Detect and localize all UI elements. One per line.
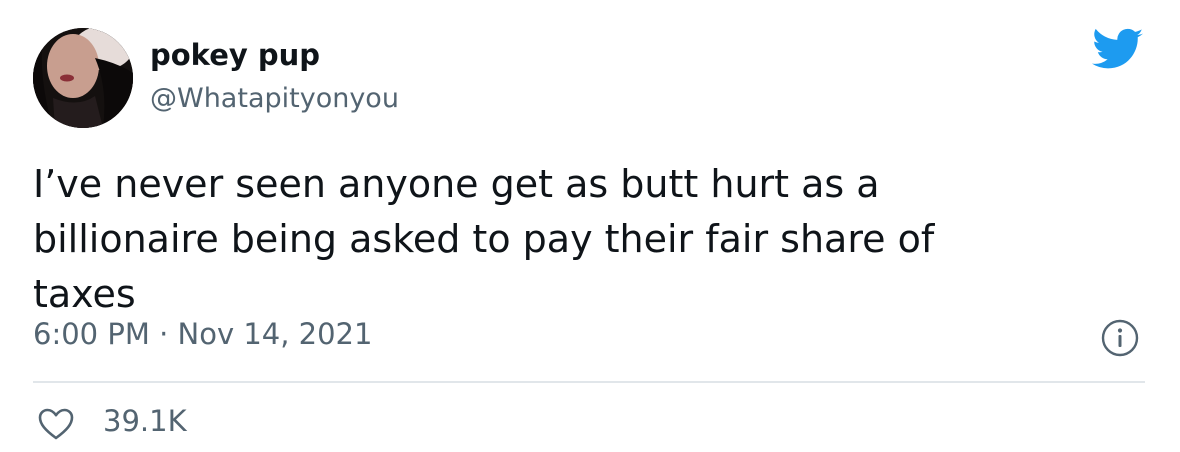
tweet-timestamp[interactable]: 6:00 PM · Nov 14, 2021 bbox=[33, 317, 372, 351]
divider bbox=[33, 381, 1145, 383]
tweet-text: I’ve never seen anyone get as butt hurt … bbox=[33, 162, 935, 316]
info-icon[interactable] bbox=[1100, 318, 1140, 358]
author-name[interactable]: pokey pup bbox=[150, 38, 320, 72]
tweet-card: pokey pup @Whatapityonyou I’ve never see… bbox=[0, 0, 1180, 452]
avatar[interactable] bbox=[33, 28, 133, 128]
author-handle[interactable]: @Whatapityonyou bbox=[150, 83, 399, 114]
heart-icon[interactable] bbox=[37, 407, 75, 441]
likes-count[interactable]: 39.1K bbox=[103, 404, 187, 438]
twitter-bird-icon[interactable] bbox=[1092, 28, 1144, 72]
